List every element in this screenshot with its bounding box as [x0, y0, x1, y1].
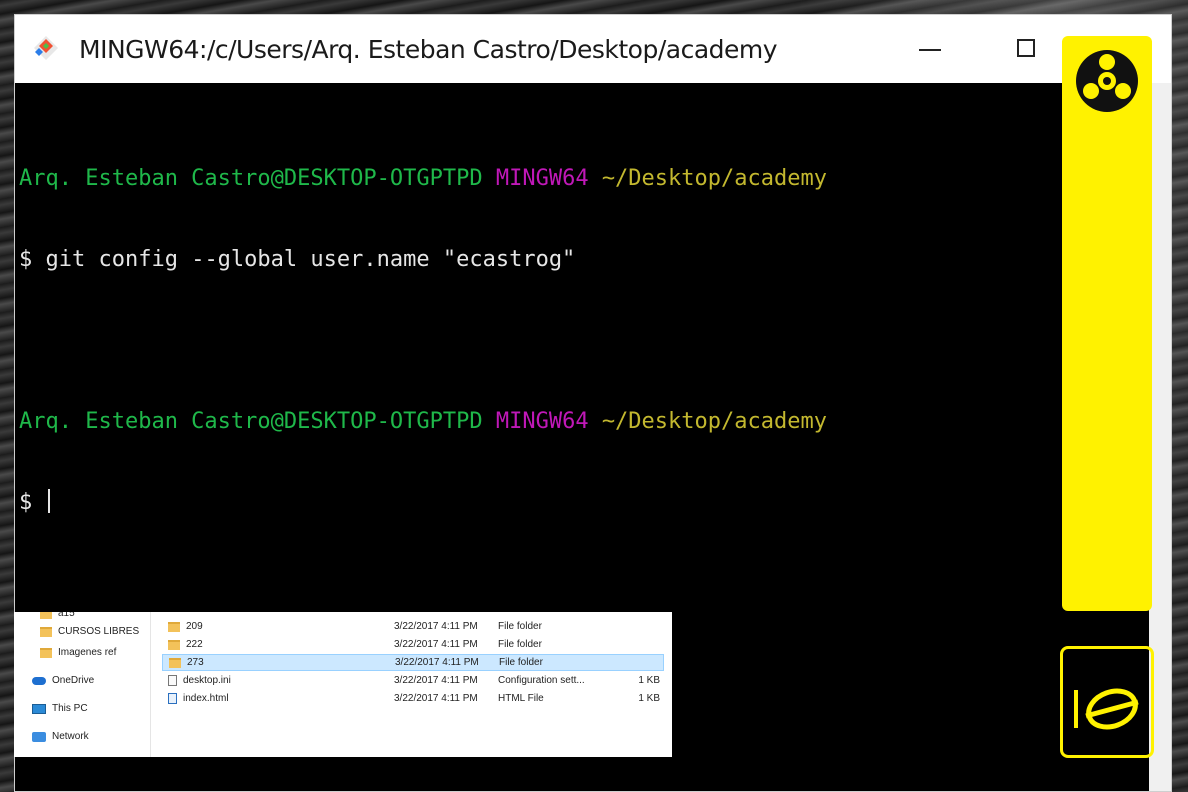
prompt-line: Arq. Esteban Castro@DESKTOP-OTGPTPD MING…	[19, 165, 827, 192]
prompt-path: ~/Desktop/academy	[601, 166, 827, 191]
file-size: 1 KB	[638, 675, 660, 686]
file-date: 3/22/2017 4:11 PM	[394, 621, 478, 632]
command-line[interactable]: $	[19, 489, 827, 516]
nav-item-label: Network	[52, 731, 89, 742]
badge-logo-icon	[1074, 688, 1139, 730]
nav-item-a15[interactable]: a15	[40, 612, 75, 619]
maximize-button[interactable]	[1017, 39, 1035, 57]
file-type: File folder	[498, 621, 542, 632]
folder-icon	[169, 657, 181, 668]
navigation-pane[interactable]: a15 CURSOS LIBRES Imagenes ref OneDrive …	[14, 612, 151, 757]
nav-item-cursos-libres[interactable]: CURSOS LIBRES	[40, 626, 139, 637]
file-name: 222	[186, 639, 203, 650]
html-file-icon	[168, 693, 177, 704]
prompt-user: Arq. Esteban Castro@DESKTOP-OTGPTPD	[19, 409, 483, 434]
terminal-output[interactable]: Arq. Esteban Castro@DESKTOP-OTGPTPD MING…	[19, 111, 827, 570]
file-row[interactable]: 222 3/22/2017 4:11 PM File folder	[162, 636, 664, 653]
file-name: index.html	[183, 693, 229, 704]
nav-item-onedrive[interactable]: OneDrive	[32, 675, 94, 686]
folder-icon	[168, 621, 180, 632]
file-row[interactable]: index.html 3/22/2017 4:11 PM HTML File 1…	[162, 690, 664, 707]
nav-item-label: This PC	[52, 703, 88, 714]
file-date: 3/22/2017 4:11 PM	[394, 639, 478, 650]
nav-item-label: a15	[58, 612, 75, 619]
file-row[interactable]: 209 3/22/2017 4:11 PM File folder	[162, 618, 664, 635]
folder-icon	[40, 647, 52, 658]
file-name: 209	[186, 621, 203, 632]
settings-file-icon	[168, 675, 177, 686]
file-type: File folder	[498, 639, 542, 650]
file-name: 273	[187, 657, 204, 668]
text-cursor	[47, 489, 50, 513]
file-row-selected[interactable]: 273 3/22/2017 4:11 PM File folder	[162, 654, 664, 671]
nav-item-label: CURSOS LIBRES	[58, 626, 140, 637]
prompt-user: Arq. Esteban Castro@DESKTOP-OTGPTPD	[19, 166, 483, 191]
onedrive-icon	[32, 676, 46, 685]
prompt-line: Arq. Esteban Castro@DESKTOP-OTGPTPD MING…	[19, 408, 827, 435]
folder-icon	[40, 626, 52, 637]
file-date: 3/22/2017 4:11 PM	[394, 675, 478, 686]
prompt-shell: MINGW64	[495, 409, 589, 434]
network-icon	[32, 731, 46, 742]
file-type: Configuration sett...	[498, 675, 585, 686]
command-text: git config --global user.name "ecastrog"	[45, 247, 576, 272]
window-title: MINGW64:/c/Users/Arq. Esteban Castro/Des…	[79, 35, 778, 64]
file-type: HTML File	[498, 693, 544, 704]
folder-icon	[168, 639, 180, 650]
nav-item-label: OneDrive	[52, 675, 95, 686]
fab-academy-logo-icon	[1076, 50, 1138, 112]
git-bash-icon	[34, 36, 58, 60]
file-row[interactable]: desktop.ini 3/22/2017 4:11 PM Configurat…	[162, 672, 664, 689]
prompt-symbol: $	[19, 247, 33, 272]
nav-item-network[interactable]: Network	[32, 731, 89, 742]
this-pc-icon	[32, 703, 46, 714]
file-name: desktop.ini	[183, 675, 231, 686]
file-type: File folder	[499, 657, 543, 668]
title-bar[interactable]: MINGW64:/c/Users/Arq. Esteban Castro/Des…	[15, 15, 1171, 83]
file-size: 1 KB	[638, 693, 660, 704]
prompt-symbol: $	[19, 490, 33, 515]
nav-item-label: Imagenes ref	[58, 647, 117, 658]
prompt-path: ~/Desktop/academy	[601, 409, 827, 434]
file-date: 3/22/2017 4:11 PM	[395, 657, 479, 668]
command-line: $ git config --global user.name "ecastro…	[19, 246, 827, 273]
prompt-shell: MINGW64	[495, 166, 589, 191]
folder-icon	[40, 612, 52, 619]
yellow-sidebar	[1062, 36, 1152, 611]
file-date: 3/22/2017 4:11 PM	[394, 693, 478, 704]
nav-item-imagenes-ref[interactable]: Imagenes ref	[40, 647, 116, 658]
file-explorer-fragment[interactable]: a15 CURSOS LIBRES Imagenes ref OneDrive …	[14, 612, 672, 757]
minimize-button[interactable]	[919, 49, 941, 51]
nav-item-this-pc[interactable]: This PC	[32, 703, 88, 714]
